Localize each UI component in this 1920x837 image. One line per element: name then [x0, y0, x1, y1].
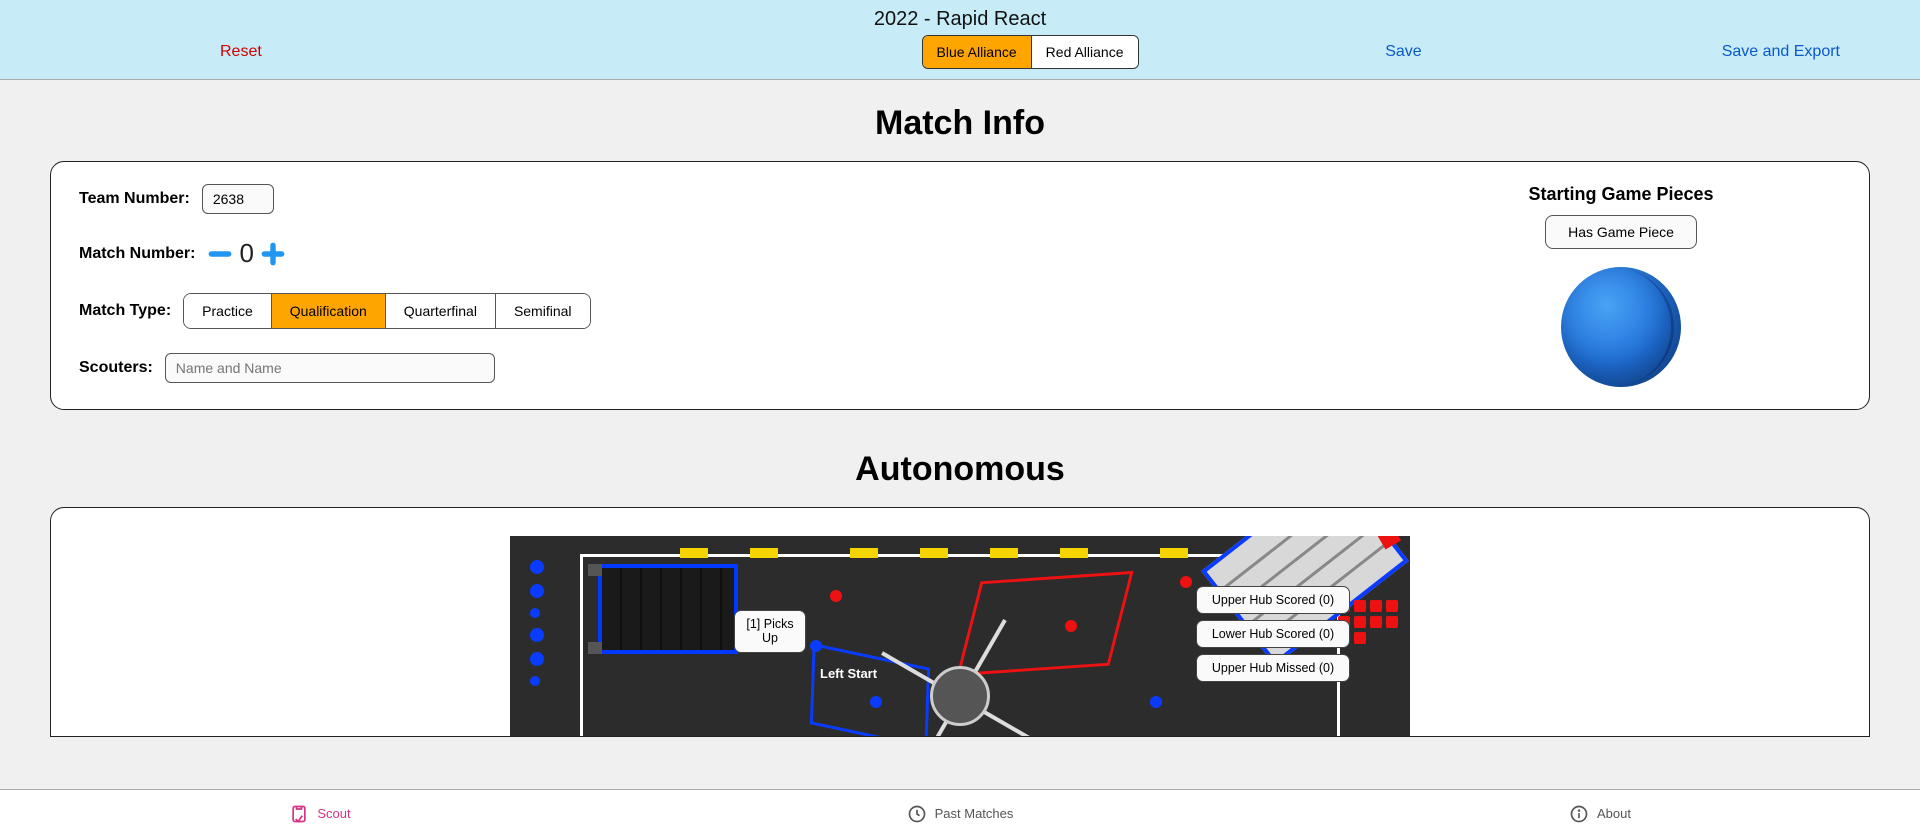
- starting-pieces-label: Starting Game Pieces: [1401, 184, 1841, 205]
- main-scroll[interactable]: Match Info Team Number: Match Number:: [0, 80, 1920, 789]
- match-info-heading: Match Info: [40, 104, 1880, 143]
- match-type-label: Match Type:: [79, 302, 171, 320]
- nav-about[interactable]: About: [1280, 790, 1920, 837]
- alliance-toggle: Blue Alliance Red Alliance: [922, 35, 1139, 69]
- hub-icon: Left Start: [900, 636, 1020, 736]
- nav-past-matches[interactable]: Past Matches: [640, 790, 1280, 837]
- clock-icon: [907, 804, 927, 824]
- match-number-decrement[interactable]: [207, 241, 233, 267]
- match-number-label: Match Number:: [79, 245, 195, 263]
- blue-cargo-cluster-icon: [530, 560, 544, 686]
- autonomous-panel: Left Start [1] Picks Up Upper Hub Scored…: [50, 507, 1870, 737]
- picks-up-button[interactable]: [1] Picks Up: [734, 610, 806, 653]
- match-type-practice[interactable]: Practice: [184, 294, 271, 328]
- red-alliance-button[interactable]: Red Alliance: [1031, 36, 1138, 68]
- save-link[interactable]: Save: [1385, 43, 1421, 61]
- match-type-group: Practice Qualification Quarterfinal Semi…: [183, 293, 590, 329]
- match-type-semifinal[interactable]: Semifinal: [495, 294, 590, 328]
- field-map[interactable]: Left Start [1] Picks Up Upper Hub Scored…: [510, 536, 1410, 736]
- match-type-quarterfinal[interactable]: Quarterfinal: [385, 294, 495, 328]
- upper-hub-scored-button[interactable]: Upper Hub Scored (0): [1196, 586, 1350, 614]
- match-type-qualification[interactable]: Qualification: [271, 294, 385, 328]
- nav-scout[interactable]: Scout: [0, 790, 640, 837]
- has-game-piece-button[interactable]: Has Game Piece: [1545, 215, 1697, 249]
- save-export-link[interactable]: Save and Export: [1722, 43, 1840, 61]
- nav-about-label: About: [1597, 806, 1631, 821]
- lower-hub-scored-button[interactable]: Lower Hub Scored (0): [1196, 620, 1350, 648]
- scouters-label: Scouters:: [79, 359, 153, 377]
- match-number-increment[interactable]: [260, 241, 286, 267]
- clipboard-icon: [289, 804, 309, 824]
- match-number-value: 0: [237, 238, 255, 269]
- bottom-nav: Scout Past Matches About: [0, 789, 1920, 837]
- upper-hub-missed-button[interactable]: Upper Hub Missed (0): [1196, 654, 1350, 682]
- cargo-ball-icon: [1561, 267, 1681, 387]
- scouters-input[interactable]: [165, 353, 495, 383]
- nav-scout-label: Scout: [317, 806, 350, 821]
- team-number-label: Team Number:: [79, 190, 190, 208]
- left-start-label: Left Start: [820, 666, 877, 681]
- team-number-input[interactable]: [202, 184, 274, 214]
- reset-link[interactable]: Reset: [220, 43, 262, 61]
- blue-hangar-icon: [598, 564, 738, 654]
- blue-alliance-button[interactable]: Blue Alliance: [923, 36, 1031, 68]
- info-icon: [1569, 804, 1589, 824]
- autonomous-heading: Autonomous: [40, 450, 1880, 489]
- nav-past-label: Past Matches: [935, 806, 1014, 821]
- header: 2022 - Rapid React Reset Blue Alliance R…: [0, 0, 1920, 80]
- match-info-panel: Team Number: Match Number: 0: [50, 161, 1870, 410]
- page-title: 2022 - Rapid React: [0, 6, 1920, 35]
